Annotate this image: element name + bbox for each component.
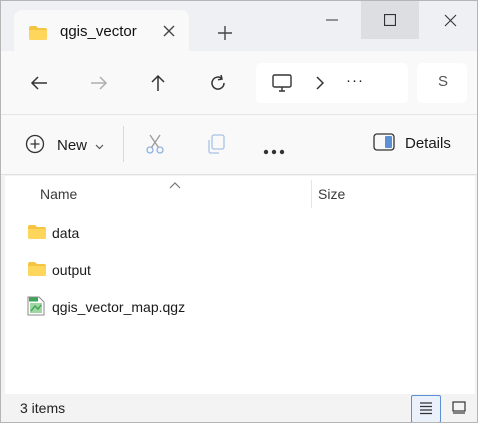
- close-window-button[interactable]: [421, 1, 477, 39]
- file-name: qgis_vector_map.qgz: [52, 299, 186, 315]
- up-arrow-icon[interactable]: [146, 71, 170, 95]
- details-pane-icon: [373, 133, 395, 154]
- plus-circle-icon: [25, 134, 45, 157]
- status-bar: 3 items: [1, 394, 477, 422]
- tiles-view-button[interactable]: [447, 395, 471, 422]
- maximize-button[interactable]: [361, 1, 419, 39]
- new-tab-icon[interactable]: [217, 25, 233, 41]
- breadcrumb-overflow[interactable]: ···: [346, 72, 364, 89]
- command-separator: [123, 126, 124, 162]
- breadcrumb-chevron-icon[interactable]: [316, 76, 325, 93]
- close-tab-icon[interactable]: [162, 24, 176, 38]
- file-name: output: [52, 262, 91, 278]
- file-explorer-window: qgis_vector ··· S New Details Name Size …: [0, 0, 478, 423]
- tab-label: qgis_vector: [60, 23, 137, 40]
- more-options-icon[interactable]: [263, 142, 285, 158]
- command-bar: New Details: [1, 115, 477, 175]
- file-name: data: [52, 225, 80, 241]
- chevron-down-icon: [95, 137, 104, 153]
- title-bar: qgis_vector: [1, 1, 477, 51]
- address-bar[interactable]: ···: [256, 63, 408, 103]
- minimize-button[interactable]: [303, 1, 361, 39]
- search-box-glyph: S: [438, 73, 449, 90]
- list-item-qgis-vector-map[interactable]: qgis_vector_map.qgz: [5, 290, 475, 324]
- refresh-icon[interactable]: [206, 71, 230, 95]
- folder-icon: [27, 261, 47, 280]
- details-view-button[interactable]: [411, 395, 441, 422]
- copy-icon[interactable]: [205, 133, 227, 158]
- tiles-view-icon: [452, 401, 466, 417]
- column-header-size[interactable]: Size: [318, 186, 345, 202]
- column-divider[interactable]: [311, 180, 312, 208]
- file-list: Name Size data output qgis_vector_map.qg…: [5, 176, 475, 394]
- list-item-output[interactable]: output: [5, 253, 475, 287]
- new-button[interactable]: New: [25, 133, 104, 157]
- item-count: 3 items: [20, 400, 66, 416]
- back-arrow-icon[interactable]: [27, 71, 51, 95]
- this-pc-icon: [272, 74, 292, 95]
- column-header-name[interactable]: Name: [40, 186, 77, 202]
- list-item-data[interactable]: data: [5, 216, 475, 250]
- tab-qgis-vector[interactable]: qgis_vector: [14, 10, 189, 51]
- new-button-label: New: [57, 136, 88, 154]
- qgis-project-file-icon: [27, 296, 45, 319]
- column-headers: Name Size: [5, 178, 475, 208]
- list-view-icon: [419, 401, 433, 418]
- details-button[interactable]: Details: [373, 133, 451, 154]
- search-box[interactable]: S: [417, 63, 467, 103]
- cut-icon[interactable]: [144, 133, 166, 158]
- folder-icon: [27, 224, 47, 243]
- folder-icon: [28, 25, 48, 44]
- details-button-label: Details: [405, 135, 451, 152]
- navigation-bar: ··· S: [1, 51, 477, 115]
- forward-arrow-icon[interactable]: [87, 71, 111, 95]
